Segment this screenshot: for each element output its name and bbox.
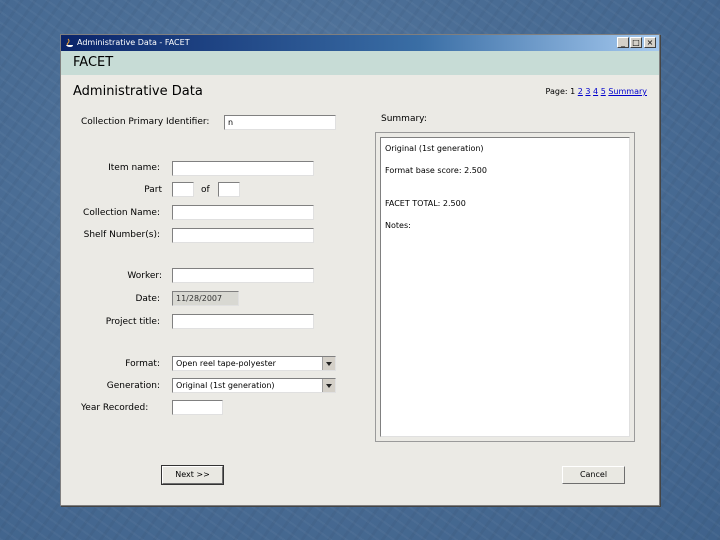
worker-label: Worker:	[127, 271, 162, 281]
pager-link-2[interactable]: 2	[578, 87, 583, 96]
chevron-down-icon[interactable]	[322, 379, 335, 392]
summary-text-area[interactable]: Original (1st generation) Format base sc…	[380, 137, 630, 437]
summary-generation-line: Original (1st generation)	[385, 144, 484, 153]
cancel-button[interactable]: Cancel	[562, 466, 625, 484]
collection-primary-identifier-field[interactable]: n	[224, 115, 336, 130]
format-selected-value: Open reel tape-polyester	[176, 359, 276, 368]
page-title: Administrative Data	[73, 84, 203, 99]
java-app-icon	[66, 38, 73, 47]
app-header: FACET	[61, 51, 659, 75]
pager-link-summary[interactable]: Summary	[608, 87, 647, 96]
pager-link-3[interactable]: 3	[585, 87, 590, 96]
date-label: Date:	[135, 294, 160, 304]
chevron-down-icon[interactable]	[322, 357, 335, 370]
year-recorded-field[interactable]	[172, 400, 223, 415]
facet-window: Administrative Data - FACET _ □ × FACET …	[60, 34, 660, 506]
maximize-button[interactable]: □	[630, 37, 642, 48]
summary-format-score-line: Format base score: 2.500	[385, 166, 487, 175]
generation-selected-value: Original (1st generation)	[176, 381, 275, 390]
next-button[interactable]: Next >>	[161, 465, 224, 485]
pager-prefix: Page:	[545, 87, 568, 96]
part-label: Part	[144, 185, 162, 195]
item-name-field[interactable]	[172, 161, 314, 176]
app-name: FACET	[73, 55, 114, 70]
generation-label: Generation:	[106, 381, 160, 391]
project-title-field[interactable]	[172, 314, 314, 329]
window-title: Administrative Data - FACET	[77, 38, 190, 47]
format-label: Format:	[125, 359, 160, 369]
collection-name-label: Collection Name:	[83, 208, 160, 218]
part-of-field[interactable]	[218, 182, 240, 197]
worker-field[interactable]	[172, 268, 314, 283]
part-field[interactable]	[172, 182, 194, 197]
project-title-label: Project title:	[105, 317, 160, 327]
part-of-label: of	[201, 185, 210, 195]
page-navigation: Page: 1 2 3 4 5 Summary	[546, 87, 647, 96]
date-field: 11/28/2007	[172, 291, 239, 306]
title-bar[interactable]: Administrative Data - FACET _ □ ×	[61, 35, 659, 51]
collection-name-field[interactable]	[172, 205, 314, 220]
summary-panel: Original (1st generation) Format base sc…	[375, 132, 635, 442]
summary-total-line: FACET TOTAL: 2.500	[385, 199, 466, 208]
shelf-numbers-label: Shelf Number(s):	[83, 230, 160, 240]
pager-current: 1	[570, 87, 576, 96]
pager-link-5[interactable]: 5	[601, 87, 606, 96]
year-recorded-label: Year Recorded:	[81, 403, 149, 413]
minimize-button[interactable]: _	[617, 37, 629, 48]
format-select[interactable]: Open reel tape-polyester	[172, 356, 336, 371]
item-name-label: Item name:	[108, 163, 160, 173]
summary-notes-line: Notes:	[385, 221, 411, 230]
collection-primary-identifier-label: Collection Primary Identifier:	[81, 117, 210, 127]
shelf-numbers-field[interactable]	[172, 228, 314, 243]
summary-label: Summary:	[381, 114, 427, 124]
generation-select[interactable]: Original (1st generation)	[172, 378, 336, 393]
pager-link-4[interactable]: 4	[593, 87, 598, 96]
close-button[interactable]: ×	[644, 37, 656, 48]
